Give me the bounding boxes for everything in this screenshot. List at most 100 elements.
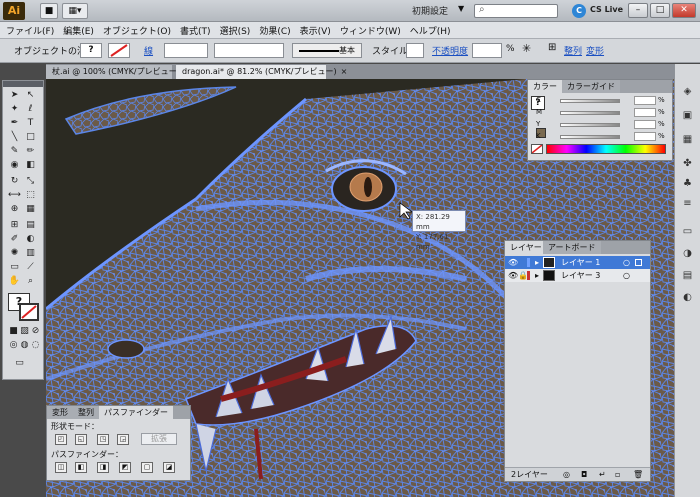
stroke-color-icon[interactable]: [19, 303, 39, 321]
appearance-icon[interactable]: ▤: [680, 268, 695, 283]
eye-icon[interactable]: 👁: [508, 269, 518, 282]
target-icon[interactable]: ○: [623, 256, 630, 269]
new-sublayer-icon[interactable]: ↵: [599, 468, 606, 482]
expand-button[interactable]: 拡張: [141, 433, 177, 445]
draw-inside-icon[interactable]: ◌: [29, 339, 42, 352]
eyedropper-tool-icon[interactable]: ✐: [8, 233, 21, 246]
menu-help[interactable]: ヘルプ(H): [410, 24, 451, 37]
menu-effect[interactable]: 効果(C): [259, 24, 290, 37]
tab-color-guide[interactable]: カラーガイド: [562, 80, 620, 93]
search-input[interactable]: [474, 4, 558, 18]
locate-object-icon[interactable]: ◎: [563, 468, 570, 482]
menu-edit[interactable]: 編集(E): [63, 24, 94, 37]
graphic-style-swatch[interactable]: [406, 43, 424, 58]
magic-wand-tool-icon[interactable]: ✦: [8, 103, 21, 116]
intersect-icon[interactable]: ◳: [97, 434, 109, 445]
scale-tool-icon[interactable]: ⤡: [24, 175, 37, 188]
perspective-grid-tool-icon[interactable]: ▦: [24, 203, 37, 216]
zoom-tool-icon[interactable]: ⌕: [24, 275, 37, 288]
layer-row[interactable]: 👁 🔒 ▸ レイヤー 3 ○: [505, 269, 650, 282]
exclude-icon[interactable]: ◲: [117, 434, 129, 445]
brushes-icon[interactable]: ✤: [680, 156, 695, 171]
column-graph-tool-icon[interactable]: ▥: [24, 247, 37, 260]
expand-arrow-icon[interactable]: ▸: [535, 256, 539, 269]
slider-track[interactable]: [560, 123, 620, 127]
chevron-down-icon[interactable]: ▼: [458, 4, 464, 13]
eye-icon[interactable]: 👁: [508, 256, 518, 269]
align-icon[interactable]: ⊞: [548, 42, 556, 53]
type-tool-icon[interactable]: T: [24, 117, 37, 130]
slider-track[interactable]: [560, 135, 620, 139]
opacity-label[interactable]: 不透明度: [432, 44, 468, 57]
bridge-icon[interactable]: ■: [40, 3, 58, 19]
layer-name[interactable]: レイヤー 3: [561, 269, 600, 282]
swatches-icon[interactable]: ▦: [680, 132, 695, 147]
pencil-tool-icon[interactable]: ✏: [24, 145, 37, 158]
close-button[interactable]: ✕: [672, 3, 696, 18]
line-tool-icon[interactable]: ╲: [8, 131, 21, 144]
slider-value[interactable]: [634, 96, 656, 105]
slider-track[interactable]: [560, 111, 620, 115]
tab-color[interactable]: カラー: [528, 80, 562, 93]
panel-grip[interactable]: [3, 81, 43, 87]
brush-select[interactable]: 基本: [292, 43, 362, 58]
slider-value[interactable]: [634, 108, 656, 117]
trash-icon[interactable]: 🗑: [633, 468, 643, 482]
tab-transform[interactable]: 変形: [47, 406, 73, 419]
mesh-tool-icon[interactable]: ⊞: [8, 219, 21, 232]
slider-value[interactable]: [634, 120, 656, 129]
new-layer-icon[interactable]: ▫: [615, 468, 620, 482]
slider-c[interactable]: C %: [536, 96, 670, 105]
outline-icon[interactable]: ▢: [141, 462, 153, 473]
trim-icon[interactable]: ◧: [75, 462, 87, 473]
transform-link[interactable]: 変形: [586, 44, 604, 57]
blob-brush-tool-icon[interactable]: ◉: [8, 159, 21, 172]
direct-selection-tool-icon[interactable]: ↖: [24, 89, 37, 102]
slice-tool-icon[interactable]: ⟋: [24, 261, 37, 274]
tab-align[interactable]: 整列: [73, 406, 99, 419]
minus-back-icon[interactable]: ◪: [163, 462, 175, 473]
lasso-tool-icon[interactable]: ℓ: [24, 103, 37, 116]
rectangle-tool-icon[interactable]: □: [24, 131, 37, 144]
fill-swatch[interactable]: ?: [80, 43, 102, 58]
target-icon[interactable]: ○: [623, 269, 630, 282]
pen-tool-icon[interactable]: ✒: [8, 117, 21, 130]
merge-icon[interactable]: ◨: [97, 462, 109, 473]
cslive-button[interactable]: CS Live: [590, 5, 623, 14]
symbols-icon[interactable]: ♣: [680, 176, 695, 191]
stroke-swatch[interactable]: [108, 43, 130, 58]
slider-value[interactable]: [634, 132, 656, 141]
shape-builder-tool-icon[interactable]: ⊕: [8, 203, 21, 216]
rotate-tool-icon[interactable]: ↻: [8, 175, 21, 188]
variable-width-select[interactable]: [214, 43, 284, 58]
minus-front-icon[interactable]: ◱: [75, 434, 87, 445]
symbol-sprayer-tool-icon[interactable]: ✺: [8, 247, 21, 260]
width-tool-icon[interactable]: ⟷: [8, 189, 21, 202]
opacity-field[interactable]: [472, 43, 502, 58]
arrange-documents-icon[interactable]: ▦▾: [62, 3, 88, 19]
slider-k[interactable]: K %: [536, 132, 670, 141]
menu-object[interactable]: オブジェクト(O): [103, 24, 171, 37]
stroke-weight-field[interactable]: [164, 43, 208, 58]
divide-icon[interactable]: ◫: [55, 462, 67, 473]
blend-tool-icon[interactable]: ◐: [24, 233, 37, 246]
graphic-styles-icon[interactable]: ◐: [680, 290, 695, 305]
crop-icon[interactable]: ◩: [119, 462, 131, 473]
menu-select[interactable]: 選択(S): [220, 24, 251, 37]
selection-tool-icon[interactable]: ➤: [8, 89, 21, 102]
tab-artboards[interactable]: アートボード: [543, 241, 601, 254]
cslive-icon[interactable]: C: [572, 4, 586, 18]
menu-view[interactable]: 表示(V): [300, 24, 331, 37]
eraser-tool-icon[interactable]: ◧: [24, 159, 37, 172]
layer-name[interactable]: レイヤー 1: [561, 256, 600, 269]
layer-row[interactable]: 👁 ▸ レイヤー 1 ○: [505, 256, 650, 269]
tab-layers[interactable]: レイヤー: [505, 241, 547, 254]
workspace-label[interactable]: 初期設定: [412, 4, 448, 17]
expand-arrow-icon[interactable]: ▸: [535, 269, 539, 282]
close-icon[interactable]: ×: [341, 67, 348, 76]
slider-m[interactable]: M %: [536, 108, 670, 117]
slider-track[interactable]: [560, 99, 620, 103]
tab-dragon-document[interactable]: dragon.ai* @ 81.2% (CMYK/プレビュー) ×: [176, 65, 347, 79]
recolor-icon[interactable]: ✳: [522, 42, 531, 55]
paintbrush-tool-icon[interactable]: ✎: [8, 145, 21, 158]
